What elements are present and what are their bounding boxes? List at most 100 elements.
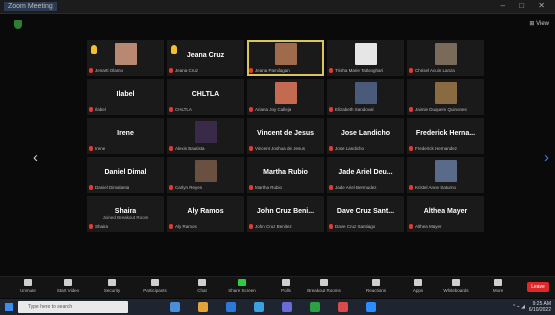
- participant-tile[interactable]: John Cruz Beni... John Cruz Benitez: [247, 196, 324, 232]
- taskbar-app-icon[interactable]: [254, 302, 264, 312]
- participant-video: [114, 43, 137, 65]
- toolbar-button[interactable]: Share Screen: [222, 279, 262, 293]
- muted-mic-icon: [169, 224, 173, 229]
- participant-name: Shaira: [114, 208, 137, 215]
- participant-video: [194, 160, 217, 182]
- toolbar-button[interactable]: Participants: [135, 279, 175, 293]
- participant-label: Shaira: [95, 224, 109, 229]
- participant-tile[interactable]: Jenarti Olamo: [87, 40, 164, 76]
- participant-name: Martha Rubio: [263, 169, 308, 176]
- participant-tile[interactable]: Ariana Joy Calleja: [247, 79, 324, 115]
- participant-footer: Jose Landicho: [329, 145, 402, 152]
- participant-label: Jose Landicho: [335, 146, 365, 151]
- participant-label: Kristel Anne Saturno: [415, 185, 457, 190]
- taskbar-app-icon[interactable]: [198, 302, 208, 312]
- taskbar-app-icon[interactable]: [338, 302, 348, 312]
- leave-button[interactable]: Leave: [527, 282, 549, 292]
- toolbar-icon: [452, 279, 460, 286]
- participant-name: Aly Ramos: [187, 208, 224, 215]
- muted-mic-icon: [409, 185, 413, 190]
- taskbar-app-icon[interactable]: [282, 302, 292, 312]
- muted-mic-icon: [89, 68, 93, 73]
- window-controls[interactable]: – □ ✕: [501, 1, 551, 10]
- participant-label: CHLTLA: [175, 107, 192, 112]
- muted-mic-icon: [329, 146, 333, 151]
- next-page-arrow-icon[interactable]: ›: [544, 150, 549, 165]
- toolbar-label: More: [492, 288, 504, 293]
- participant-tile[interactable]: Alexis Bautista: [167, 118, 244, 154]
- muted-mic-icon: [249, 146, 253, 151]
- taskbar-app-icon[interactable]: [366, 302, 376, 312]
- participant-label: Chrisel Acuin Lanza: [415, 68, 455, 73]
- participant-tile[interactable]: Frederick Herna... Frederick Hernandez: [407, 118, 484, 154]
- muted-mic-icon: [329, 224, 333, 229]
- toolbar-button[interactable]: Breakout Rooms: [304, 279, 344, 293]
- participant-tile[interactable]: Chrisel Acuin Lanza: [407, 40, 484, 76]
- muted-mic-icon: [409, 68, 413, 73]
- toolbar-button[interactable]: More: [478, 279, 518, 293]
- toolbar-label: Start Video: [56, 288, 80, 293]
- toolbar-button[interactable]: Polls: [266, 279, 306, 293]
- participant-footer: Chrisel Acuin Lanza: [409, 67, 482, 74]
- participant-footer: Elizabeth Sandoval: [329, 106, 402, 113]
- participant-tile[interactable]: CHLTLA CHLTLA: [167, 79, 244, 115]
- taskbar-app-icon[interactable]: [170, 302, 180, 312]
- toolbar-button[interactable]: Whiteboards: [436, 279, 476, 293]
- toolbar-button[interactable]: Apps: [398, 279, 438, 293]
- participant-footer: Irene: [89, 145, 162, 152]
- participant-name: Jose Landicho: [340, 130, 390, 137]
- participant-tile[interactable]: Jade Ariel Deu... Jade Ariel Bermudez: [327, 157, 404, 193]
- participant-footer: Vincent Joshua de Jesus: [249, 145, 322, 152]
- toolbar-button[interactable]: Chat: [182, 279, 222, 293]
- taskbar-search-input[interactable]: Type here to search: [18, 301, 128, 313]
- participant-tile[interactable]: Aly Ramos Aly Ramos: [167, 196, 244, 232]
- toolbar-icon: [320, 279, 328, 286]
- toolbar-icon: [151, 279, 159, 286]
- previous-page-arrow-icon[interactable]: ‹: [33, 150, 38, 165]
- taskbar-app-icon[interactable]: [310, 302, 320, 312]
- start-icon[interactable]: [5, 303, 13, 311]
- participant-tile[interactable]: Jose Landicho Jose Landicho: [327, 118, 404, 154]
- participant-video: [434, 160, 457, 182]
- security-shield-icon[interactable]: [14, 20, 22, 29]
- participant-status: Joined Breakout Room: [102, 215, 149, 220]
- participant-tile[interactable]: Ilabel Ilabel: [87, 79, 164, 115]
- taskbar-app-icon[interactable]: [226, 302, 236, 312]
- view-button[interactable]: ⊞ View: [529, 20, 549, 27]
- system-tray[interactable]: ^ ⌁ ◢: [513, 304, 525, 310]
- participant-tile[interactable]: Martha Rubio Martha Rubio: [247, 157, 324, 193]
- toolbar-icon: [372, 279, 380, 286]
- toolbar-icon: [282, 279, 290, 286]
- participant-tile[interactable]: Vincent de Jesus Vincent Joshua de Jesus: [247, 118, 324, 154]
- participant-footer: Aly Ramos: [169, 223, 242, 230]
- toolbar-button[interactable]: Start Video: [48, 279, 88, 293]
- participant-tile[interactable]: Jeana Pamilagan: [247, 40, 324, 76]
- participant-label: Althea Mayer: [415, 224, 442, 229]
- participant-tile[interactable]: Carlyn Reyes: [167, 157, 244, 193]
- muted-mic-icon: [89, 146, 93, 151]
- participant-name: Jade Ariel Deu...: [338, 169, 393, 176]
- raised-hand-icon: [91, 45, 97, 54]
- toolbar-icon: [108, 279, 116, 286]
- participant-label: Jade Ariel Bermudez: [335, 185, 377, 190]
- participant-video: [434, 43, 457, 65]
- participant-footer: Jeana Cruz: [169, 67, 242, 74]
- toolbar-button[interactable]: Unmute: [8, 279, 48, 293]
- participant-tile[interactable]: Althea Mayer Althea Mayer: [407, 196, 484, 232]
- participant-tile[interactable]: Trisha Marie Tatlonghari: [327, 40, 404, 76]
- participant-tile[interactable]: Irene Irene: [87, 118, 164, 154]
- toolbar-button[interactable]: Security: [92, 279, 132, 293]
- participant-tile[interactable]: Jaimie Duquem Quinones: [407, 79, 484, 115]
- participant-tile[interactable]: Jeana Cruz Jeana Cruz: [167, 40, 244, 76]
- participant-label: Trisha Marie Tatlonghari: [335, 68, 384, 73]
- participant-label: Alexis Bautista: [175, 146, 205, 151]
- participant-tile[interactable]: Shaira Joined Breakout Room Shaira: [87, 196, 164, 232]
- muted-mic-icon: [329, 185, 333, 190]
- participant-tile[interactable]: Elizabeth Sandoval: [327, 79, 404, 115]
- toolbar-button[interactable]: Reactions: [356, 279, 396, 293]
- participant-tile[interactable]: Dave Cruz Sant... Dave Cruz Santiago: [327, 196, 404, 232]
- participant-tile[interactable]: Daniel Dimal Daniel Dimalanta: [87, 157, 164, 193]
- participant-name: Althea Mayer: [423, 208, 468, 215]
- participant-tile[interactable]: Kristel Anne Saturno: [407, 157, 484, 193]
- toolbar-label: Breakout Rooms: [307, 288, 341, 293]
